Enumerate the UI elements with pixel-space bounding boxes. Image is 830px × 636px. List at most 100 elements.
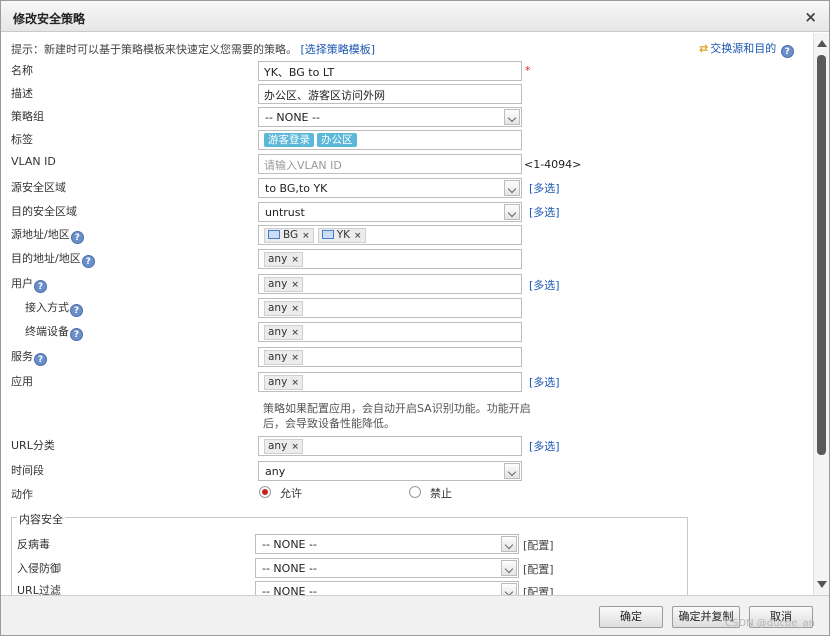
dst-addr-input[interactable]: any × — [258, 249, 522, 269]
chevron-down-icon[interactable] — [501, 560, 517, 576]
src-zone-select[interactable]: to BG,to YK — [258, 178, 522, 198]
src-addr-input[interactable]: BG × YK × — [258, 225, 522, 245]
url-filter-config-link[interactable]: [配置] — [523, 584, 554, 595]
url-filter-select[interactable]: -- NONE -- — [255, 581, 519, 595]
group-select[interactable]: -- NONE -- — [258, 107, 522, 127]
src-zone-value: to BG,to YK — [265, 182, 328, 195]
chip-label: BG — [283, 229, 299, 241]
remove-icon[interactable]: × — [291, 378, 299, 388]
name-input[interactable]: YK、BG to LT — [258, 61, 522, 81]
app-input[interactable]: any × — [258, 372, 522, 392]
terminal-input[interactable]: any × — [258, 322, 522, 342]
chevron-down-icon[interactable] — [504, 180, 520, 196]
dst-addr-label-text: 目的地址/地区 — [11, 252, 81, 265]
user-multi-link[interactable]: [多选] — [529, 277, 560, 293]
chip-label: any — [268, 351, 288, 363]
ips-value: -- NONE -- — [262, 562, 317, 575]
remove-icon[interactable]: × — [291, 328, 299, 338]
swap-label: 交换源和目的 — [710, 42, 777, 55]
help-icon[interactable]: ? — [34, 353, 47, 366]
url-cat-input[interactable]: any × — [258, 436, 522, 456]
src-zone-multi-link[interactable]: [多选] — [529, 180, 560, 196]
help-icon[interactable]: ? — [70, 304, 83, 317]
ips-config-link[interactable]: [配置] — [523, 561, 554, 577]
swap-icon: ⇄ — [699, 42, 709, 55]
computer-icon — [268, 230, 280, 239]
dst-zone-select[interactable]: untrust — [258, 202, 522, 222]
chevron-down-icon[interactable] — [504, 463, 520, 479]
remove-icon[interactable]: × — [291, 353, 299, 363]
help-icon[interactable]: ? — [70, 231, 84, 244]
user-input[interactable]: any × — [258, 274, 522, 294]
required-mark: * — [525, 64, 531, 77]
chip-label: any — [268, 440, 288, 452]
access-input[interactable]: any × — [258, 298, 522, 318]
user-label-text: 用户 — [11, 277, 33, 290]
remove-icon[interactable]: × — [291, 442, 299, 452]
help-icon[interactable]: ? — [34, 280, 47, 293]
chevron-down-icon[interactable] — [504, 109, 520, 125]
vlan-input[interactable]: 请输入VLAN ID — [258, 154, 522, 174]
remove-icon[interactable]: × — [291, 304, 299, 314]
chip-label: any — [268, 326, 288, 338]
chevron-down-icon[interactable] — [504, 204, 520, 220]
user-label: 用户? — [11, 275, 47, 293]
select-template-link[interactable]: [选择策略模板] — [301, 43, 376, 56]
swap-src-dst-link[interactable]: ⇄ 交换源和目的 ? — [699, 40, 794, 58]
tag-item[interactable]: 游客登录 — [264, 133, 314, 147]
action-allow-radio[interactable] — [259, 486, 271, 498]
action-deny-radio[interactable] — [409, 486, 421, 498]
time-value: any — [265, 465, 286, 478]
help-icon[interactable]: ? — [780, 45, 794, 58]
close-icon[interactable]: × — [804, 8, 817, 26]
edit-policy-dialog: 修改安全策略 × 提示：新建时可以基于策略模板来快速定义您需要的策略。 [选择策… — [0, 0, 830, 636]
chip-label: YK — [336, 229, 351, 241]
vlan-range: <1-4094> — [524, 158, 582, 171]
chip-label: any — [268, 278, 288, 290]
ips-select[interactable]: -- NONE -- — [255, 558, 519, 578]
scroll-up-icon[interactable] — [817, 40, 827, 47]
tags-input[interactable]: 游客登录 办公区 — [258, 130, 522, 150]
antivirus-select[interactable]: -- NONE -- — [255, 534, 519, 554]
chevron-down-icon[interactable] — [501, 583, 517, 595]
help-icon[interactable]: ? — [70, 328, 83, 341]
url-filter-label: URL过滤 — [17, 584, 61, 595]
app-chip: any × — [264, 375, 303, 390]
chip-label: any — [268, 302, 288, 314]
remove-icon[interactable]: × — [302, 231, 310, 241]
action-deny-label: 禁止 — [430, 487, 452, 500]
tag-item[interactable]: 办公区 — [317, 133, 357, 147]
scroll-thumb[interactable] — [817, 55, 826, 455]
antivirus-label: 反病毒 — [17, 538, 50, 551]
antivirus-config-link[interactable]: [配置] — [523, 537, 554, 553]
service-input[interactable]: any × — [258, 347, 522, 367]
src-addr-label: 源地址/地区? — [11, 226, 84, 244]
chip-label: any — [268, 376, 288, 388]
chevron-down-icon[interactable] — [501, 536, 517, 552]
name-label: 名称 — [11, 64, 33, 77]
dialog-content: 提示：新建时可以基于策略模板来快速定义您需要的策略。 [选择策略模板] ⇄ 交换源… — [1, 33, 813, 595]
desc-label: 描述 — [11, 87, 33, 100]
terminal-label: 终端设备? — [25, 323, 83, 341]
help-icon[interactable]: ? — [81, 255, 95, 268]
vertical-scrollbar[interactable] — [813, 33, 829, 595]
ok-button[interactable]: 确定 — [599, 606, 663, 628]
url-cat-multi-link[interactable]: [多选] — [529, 438, 560, 454]
time-select[interactable]: any — [258, 461, 522, 481]
dst-zone-label: 目的安全区域 — [11, 205, 77, 218]
time-label: 时间段 — [11, 464, 44, 477]
remove-icon[interactable]: × — [354, 231, 362, 241]
remove-icon[interactable]: × — [291, 255, 299, 265]
chip-label: any — [268, 253, 288, 265]
dst-zone-multi-link[interactable]: [多选] — [529, 204, 560, 220]
dst-zone-value: untrust — [265, 206, 305, 219]
antivirus-value: -- NONE -- — [262, 538, 317, 551]
remove-icon[interactable]: × — [291, 280, 299, 290]
desc-input[interactable]: 办公区、游客区访问外网 — [258, 84, 522, 104]
access-chip: any × — [264, 301, 303, 316]
group-value: -- NONE -- — [265, 111, 320, 124]
scroll-down-icon[interactable] — [817, 581, 827, 588]
action-allow-label: 允许 — [280, 487, 302, 500]
app-multi-link[interactable]: [多选] — [529, 374, 560, 390]
address-chip: any × — [264, 252, 303, 267]
